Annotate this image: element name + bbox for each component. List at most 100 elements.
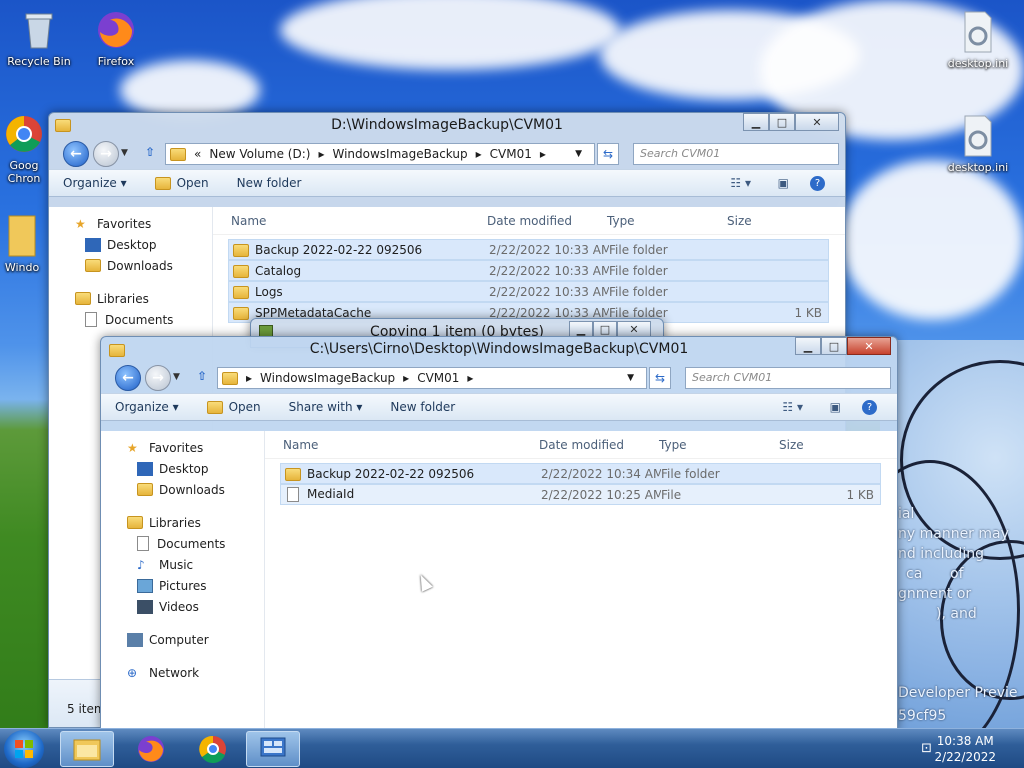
desktop-icon-folder[interactable]: Windo (0, 214, 50, 274)
breadcrumb-folder[interactable]: WindowsImageBackup (332, 147, 467, 161)
column-name[interactable]: Name (213, 214, 469, 228)
organize-button[interactable]: Organize ▾ (115, 400, 179, 414)
title-bar[interactable]: C:\Users\Cirno\Desktop\WindowsImageBacku… (101, 337, 897, 363)
back-button[interactable]: ← (63, 141, 89, 167)
minimize-button[interactable]: ▁ (569, 321, 593, 337)
nav-documents[interactable]: Documents (49, 309, 212, 330)
close-button[interactable]: ✕ (847, 337, 891, 355)
up-arrow-icon[interactable]: ⇧ (145, 145, 155, 159)
column-type[interactable]: Type (641, 438, 761, 452)
nav-videos[interactable]: Videos (101, 596, 264, 617)
column-size[interactable]: Size (761, 438, 804, 452)
start-button[interactable] (4, 730, 44, 768)
taskbar-chrome-button[interactable] (186, 731, 240, 767)
maximize-button[interactable]: □ (769, 113, 795, 131)
back-button[interactable]: ← (115, 365, 141, 391)
folder-icon (233, 285, 249, 299)
taskbar-control-panel-button[interactable] (246, 731, 300, 767)
nav-favorites[interactable]: ★ Favorites (49, 213, 212, 234)
file-date: 2/22/2022 10:34 AM (541, 466, 661, 481)
file-type: File folder (609, 284, 668, 299)
organize-button[interactable]: Organize ▾ (63, 176, 127, 190)
nav-documents[interactable]: Documents (101, 533, 264, 554)
system-clock[interactable]: 10:38 AM 2/22/2022 (934, 733, 996, 765)
column-name[interactable]: Name (265, 438, 521, 452)
minimize-button[interactable]: ▁ (795, 337, 821, 355)
taskbar-firefox-button[interactable] (124, 731, 178, 767)
nav-network[interactable]: ⊕ Network (101, 662, 264, 683)
title-bar[interactable]: D:\WindowsImageBackup\CVM01 ▁ □ ✕ (49, 113, 845, 139)
open-button[interactable]: Open (154, 176, 209, 190)
view-options-icon[interactable]: ☷ ▾ (730, 176, 751, 190)
refresh-button[interactable]: ⇆ (597, 143, 619, 165)
desktop-icon-chrome[interactable]: Goog Chron (0, 112, 52, 185)
nav-desktop[interactable]: Desktop (101, 458, 264, 479)
help-icon[interactable]: ? (862, 399, 877, 415)
preview-pane-icon[interactable]: ▣ (830, 400, 841, 414)
breadcrumb-separator: ▸ (318, 147, 325, 161)
explorer-window-front[interactable]: C:\Users\Cirno\Desktop\WindowsImageBacku… (100, 336, 898, 730)
breadcrumb-drive[interactable]: New Volume (D:) (209, 147, 310, 161)
file-row[interactable]: Backup 2022-02-22 092506 2/22/2022 10:34… (280, 463, 881, 484)
nav-libraries[interactable]: Libraries (101, 512, 264, 533)
new-folder-button[interactable]: New folder (390, 400, 455, 414)
refresh-button[interactable]: ⇆ (649, 367, 671, 389)
file-date: 2/22/2022 10:33 AM (489, 263, 609, 278)
share-with-button[interactable]: Share with ▾ (289, 400, 363, 414)
close-button[interactable]: ✕ (617, 321, 651, 337)
chrome-icon (2, 112, 46, 156)
help-icon[interactable]: ? (810, 175, 825, 191)
command-bar: Organize ▾ Open New folder ☷ ▾ ▣ ? (49, 169, 845, 197)
forward-button[interactable]: → (93, 141, 119, 167)
nav-libraries[interactable]: Libraries (49, 288, 212, 309)
address-dropdown-icon[interactable]: ▼ (627, 373, 634, 383)
breadcrumb-folder[interactable]: WindowsImageBackup (260, 371, 395, 385)
desktop-icon-desktop-ini[interactable]: desktop.ini (938, 10, 1018, 70)
clock-time: 10:38 AM (936, 734, 994, 748)
desktop-icon-desktop-ini[interactable]: desktop.ini (938, 114, 1018, 174)
search-input[interactable]: Search CVM01 (685, 367, 891, 389)
view-options-icon[interactable]: ☷ ▾ (782, 400, 803, 414)
address-bar[interactable]: ▸ WindowsImageBackup ▸ CVM01 ▸ ▼ (217, 367, 647, 389)
file-name: MediaId (307, 487, 355, 501)
column-date-modified[interactable]: Date modified (521, 438, 641, 452)
breadcrumb-separator: ▸ (539, 147, 546, 161)
column-size[interactable]: Size (709, 214, 752, 228)
address-bar[interactable]: « New Volume (D:) ▸ WindowsImageBackup ▸… (165, 143, 595, 165)
breadcrumb-folder[interactable]: CVM01 (490, 147, 532, 161)
taskbar-explorer-button[interactable] (60, 731, 114, 767)
network-tray-icon[interactable]: ⊡ (921, 741, 932, 756)
file-row[interactable]: MediaId 2/22/2022 10:25 AM File 1 KB (280, 484, 881, 505)
recent-pages-dropdown-icon[interactable]: ▼ (121, 148, 128, 158)
address-dropdown-icon[interactable]: ▼ (575, 149, 582, 159)
open-button[interactable]: Open (206, 400, 261, 414)
documents-icon (85, 312, 97, 327)
column-type[interactable]: Type (589, 214, 709, 228)
forward-button[interactable]: → (145, 365, 171, 391)
nav-downloads[interactable]: Downloads (49, 255, 212, 276)
nav-downloads[interactable]: Downloads (101, 479, 264, 500)
minimize-button[interactable]: ▁ (743, 113, 769, 131)
nav-favorites[interactable]: ★ Favorites (101, 437, 264, 458)
file-row[interactable]: Backup 2022-02-22 092506 2/22/2022 10:33… (228, 239, 829, 260)
desktop-icon-recycle-bin[interactable]: Recycle Bin (3, 8, 75, 68)
wallpaper-cloud (840, 160, 1024, 320)
new-folder-button[interactable]: New folder (237, 176, 302, 190)
nav-music[interactable]: ♪ Music (101, 554, 264, 575)
column-date-modified[interactable]: Date modified (469, 214, 589, 228)
preview-pane-icon[interactable]: ▣ (778, 176, 789, 190)
close-button[interactable]: ✕ (795, 113, 839, 131)
nav-computer[interactable]: Computer (101, 629, 264, 650)
search-input[interactable]: Search CVM01 (633, 143, 839, 165)
up-arrow-icon[interactable]: ⇧ (197, 369, 207, 383)
recent-pages-dropdown-icon[interactable]: ▼ (173, 372, 180, 382)
maximize-button[interactable]: □ (593, 321, 617, 337)
file-row[interactable]: Catalog 2/22/2022 10:33 AM File folder (228, 260, 829, 281)
breadcrumb-overflow[interactable]: « (194, 147, 201, 161)
nav-desktop[interactable]: Desktop (49, 234, 212, 255)
nav-pictures[interactable]: Pictures (101, 575, 264, 596)
desktop-icon-firefox[interactable]: Firefox (80, 8, 152, 68)
maximize-button[interactable]: □ (821, 337, 847, 355)
file-row[interactable]: Logs 2/22/2022 10:33 AM File folder (228, 281, 829, 302)
breadcrumb-folder[interactable]: CVM01 (417, 371, 459, 385)
